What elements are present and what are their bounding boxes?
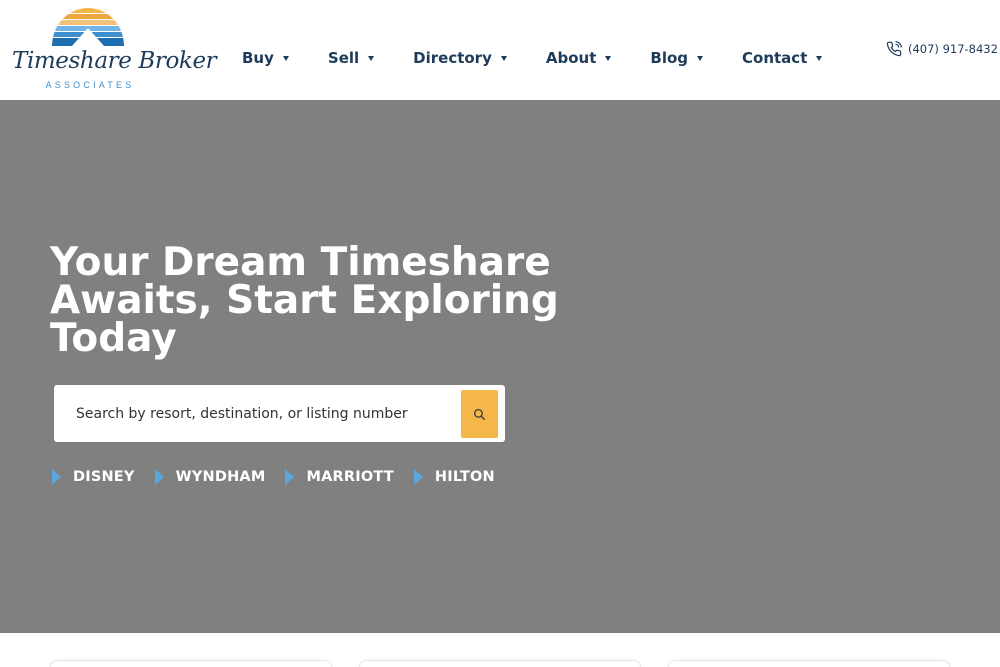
nav-item-contact[interactable]: Contact bbox=[742, 49, 823, 67]
feature-card[interactable] bbox=[668, 660, 950, 667]
caret-down-icon bbox=[368, 55, 375, 61]
caret-down-icon bbox=[816, 55, 823, 61]
caret-down-icon bbox=[500, 55, 507, 61]
nav-item-sell[interactable]: Sell bbox=[327, 49, 375, 67]
sunset-logo-icon bbox=[52, 8, 124, 46]
triangle-right-icon bbox=[154, 469, 164, 485]
quick-link-label: WYNDHAM bbox=[175, 469, 266, 485]
search-input[interactable] bbox=[54, 385, 454, 442]
quick-link-disney[interactable]: DISNEY bbox=[52, 469, 135, 485]
nav-label: Sell bbox=[327, 49, 360, 67]
nav-item-about[interactable]: About bbox=[546, 49, 612, 67]
search-button[interactable] bbox=[461, 390, 498, 438]
feature-card[interactable] bbox=[50, 660, 332, 667]
nav-item-buy[interactable]: Buy bbox=[242, 49, 289, 67]
caret-down-icon bbox=[282, 55, 289, 61]
quick-link-label: DISNEY bbox=[73, 469, 135, 485]
nav-item-blog[interactable]: Blog bbox=[650, 49, 704, 67]
triangle-right-icon bbox=[285, 469, 295, 485]
quick-link-label: HILTON bbox=[434, 469, 495, 485]
main-nav: Buy Sell Directory About Blog Contact bbox=[242, 47, 861, 69]
nav-label: Contact bbox=[742, 49, 808, 67]
phone-icon bbox=[886, 41, 902, 57]
triangle-right-icon bbox=[52, 469, 61, 485]
nav-label: Blog bbox=[650, 49, 689, 67]
quick-link-label: MARRIOTT bbox=[306, 469, 394, 485]
nav-label: Buy bbox=[242, 49, 274, 67]
feature-cards bbox=[0, 633, 1000, 667]
nav-item-directory[interactable]: Directory bbox=[413, 49, 507, 67]
triangle-right-icon bbox=[413, 469, 423, 485]
search-bar bbox=[54, 385, 505, 442]
phone-number: (407) 917-8432 bbox=[908, 42, 998, 56]
quick-links: DISNEY WYNDHAM MARRIOTT HILTON bbox=[52, 469, 515, 485]
caret-down-icon bbox=[697, 55, 704, 61]
feature-card[interactable] bbox=[359, 660, 641, 667]
quick-link-hilton[interactable]: HILTON bbox=[413, 469, 495, 485]
hero-title: Your Dream Timeshare Awaits, Start Explo… bbox=[50, 240, 559, 361]
brand-tagline: ASSOCIATES bbox=[45, 80, 135, 90]
site-header: Timeshare Broker ASSOCIATES Buy Sell Dir… bbox=[0, 0, 1000, 100]
phone-link[interactable]: (407) 917-8432 bbox=[886, 41, 998, 57]
nav-label: Directory bbox=[413, 49, 492, 67]
search-icon bbox=[473, 408, 486, 420]
brand-name: Timeshare Broker bbox=[12, 48, 217, 74]
quick-link-marriott[interactable]: MARRIOTT bbox=[285, 469, 394, 485]
hero-section: Your Dream Timeshare Awaits, Start Explo… bbox=[0, 100, 1000, 633]
nav-label: About bbox=[545, 49, 597, 67]
caret-down-icon bbox=[605, 55, 612, 61]
brand-logo[interactable]: Timeshare Broker ASSOCIATES bbox=[12, 6, 217, 92]
quick-link-wyndham[interactable]: WYNDHAM bbox=[154, 469, 266, 485]
